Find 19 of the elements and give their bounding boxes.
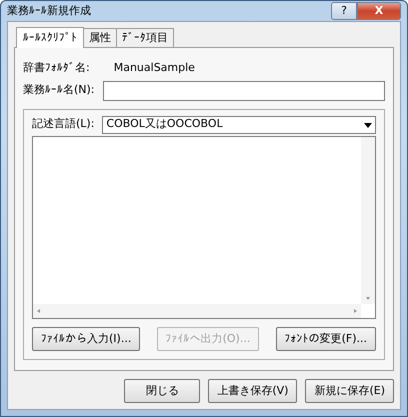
folder-name: ManualSample (114, 60, 195, 76)
window-title: 業務ﾙｰﾙ新規作成 (7, 2, 91, 18)
dialog-button[interactable]: 新規に保存(E) (305, 379, 394, 403)
horizontal-scrollbar[interactable] (33, 304, 361, 318)
tab[interactable]: ﾃﾞｰﾀ項目 (116, 28, 174, 47)
close-button[interactable]: X (357, 2, 401, 20)
rule-name-field[interactable] (102, 80, 385, 100)
dialog-button[interactable]: 閉じる (124, 379, 200, 403)
dialog-button[interactable]: 上書き保存(V) (208, 379, 298, 403)
dialog-button[interactable]: ﾌｧｲﾙから入力(I)... (32, 327, 140, 351)
help-button[interactable]: ? (331, 2, 357, 20)
tab[interactable]: ﾙｰﾙｽｸﾘﾌﾟﾄ (16, 26, 84, 48)
field-label: 辞書ﾌｫﾙﾀﾞ名: (23, 60, 90, 76)
field-label: 記述言語(L): (32, 116, 94, 132)
language-dropdown[interactable]: COBOL又はOOCOBOL (102, 116, 376, 134)
dialog-button[interactable]: ﾌｫﾝﾄの変更(F)... (276, 327, 376, 351)
script-editor[interactable] (32, 136, 376, 319)
field-label: 業務ﾙｰﾙ名(N): (23, 82, 95, 98)
vertical-scrollbar[interactable] (361, 136, 375, 304)
